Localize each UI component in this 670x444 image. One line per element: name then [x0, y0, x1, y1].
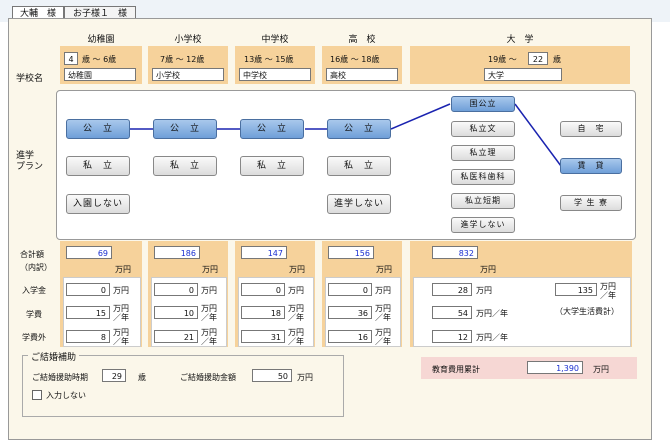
total-label: 合計額	[20, 250, 44, 259]
education-total-value: 1,390	[527, 361, 583, 374]
kindergarten-none-button[interactable]: 入園しない	[66, 194, 130, 214]
university-entrance-unit: 万円	[476, 286, 492, 295]
high-school-entrance-input[interactable]: 0	[328, 283, 372, 296]
no-input-checkbox[interactable]	[32, 390, 42, 400]
marriage-timing-input[interactable]: 29	[102, 369, 126, 382]
junior-high-extra-per-year: ／年	[288, 337, 304, 346]
no-input-label: 入力しない	[46, 391, 86, 400]
tuition-label: 学費	[26, 310, 42, 319]
marriage-amount-unit: 万円	[297, 373, 313, 382]
high-school-extra-input[interactable]: 16	[328, 330, 372, 343]
junior-high-total: 147	[241, 246, 287, 259]
junior-high-entrance-unit: 万円	[288, 286, 304, 295]
marriage-timing-unit: 歳	[138, 373, 146, 382]
high-school-extra-per-year: ／年	[375, 337, 391, 346]
elementary-entrance-unit: 万円	[201, 286, 217, 295]
university-none-button[interactable]: 進学しない	[451, 217, 515, 233]
kindergarten-extra-per-year: ／年	[113, 337, 129, 346]
university-living-input[interactable]: 135	[555, 283, 597, 296]
junior-high-entrance-input[interactable]: 0	[241, 283, 285, 296]
elementary-extra-per-year: ／年	[201, 337, 217, 346]
junior-high-public-button[interactable]: 公 立	[240, 119, 304, 139]
university-living-per-year: ／年	[600, 291, 616, 300]
kindergarten-extra-input[interactable]: 8	[66, 330, 110, 343]
high-school-total-unit: 万円	[376, 265, 392, 274]
marriage-timing-label: ご結婚援助時期	[32, 373, 88, 382]
elementary-total: 186	[154, 246, 200, 259]
elementary-public-button[interactable]: 公 立	[153, 119, 217, 139]
university-total-unit: 万円	[480, 265, 496, 274]
kindergarten-entrance-unit: 万円	[113, 286, 129, 295]
marriage-assistance-title: ご結婚補助	[28, 350, 80, 363]
education-total-label: 教育費用累計	[432, 365, 480, 374]
high-school-private-button[interactable]: 私 立	[327, 156, 391, 176]
high-school-tuition-input[interactable]: 36	[328, 306, 372, 319]
extra-label: 学費外	[22, 333, 46, 342]
elementary-tuition-per-year: ／年	[201, 313, 217, 322]
kindergarten-tuition-per-year: ／年	[113, 313, 129, 322]
residence-dorm-button[interactable]: 学 生 寮	[560, 195, 622, 211]
elementary-entrance-input[interactable]: 0	[154, 283, 198, 296]
university-entrance-input[interactable]: 28	[432, 283, 472, 296]
high-school-public-button[interactable]: 公 立	[327, 119, 391, 139]
education-total-unit: 万円	[593, 365, 609, 374]
elementary-private-button[interactable]: 私 立	[153, 156, 217, 176]
high-school-entrance-unit: 万円	[375, 286, 391, 295]
residence-home-button[interactable]: 自 宅	[560, 121, 622, 137]
elementary-total-unit: 万円	[202, 265, 218, 274]
university-private-medical-button[interactable]: 私医科歯科	[451, 169, 515, 185]
junior-high-tuition-input[interactable]: 18	[241, 306, 285, 319]
marriage-assistance-group	[22, 355, 344, 417]
high-school-total: 156	[328, 246, 374, 259]
kindergarten-public-button[interactable]: 公 立	[66, 119, 130, 139]
junior-high-extra-input[interactable]: 31	[241, 330, 285, 343]
university-extra-unit: 万円／年	[476, 333, 508, 342]
elementary-tuition-input[interactable]: 10	[154, 306, 198, 319]
entrance-label: 入学金	[22, 286, 46, 295]
high-school-none-button[interactable]: 進学しない	[327, 194, 391, 214]
kindergarten-private-button[interactable]: 私 立	[66, 156, 130, 176]
residence-rental-button[interactable]: 賃 貸	[560, 158, 622, 174]
university-tuition-unit: 万円／年	[476, 309, 508, 318]
university-national-button[interactable]: 国公立	[451, 96, 515, 112]
breakdown-label: （内訳）	[20, 263, 52, 272]
kindergarten-total-unit: 万円	[115, 265, 131, 274]
kindergarten-entrance-input[interactable]: 0	[66, 283, 110, 296]
university-private-arts-button[interactable]: 私立文	[451, 121, 515, 137]
university-living-note: （大学生活費計）	[555, 307, 619, 316]
marriage-amount-label: ご結婚援助金額	[180, 373, 236, 382]
university-extra-input[interactable]: 12	[432, 330, 472, 343]
junior-high-tuition-per-year: ／年	[288, 313, 304, 322]
junior-high-private-button[interactable]: 私 立	[240, 156, 304, 176]
university-private-science-button[interactable]: 私立理	[451, 145, 515, 161]
university-private-junior-college-button[interactable]: 私立短期	[451, 193, 515, 209]
high-school-tuition-per-year: ／年	[375, 313, 391, 322]
elementary-extra-input[interactable]: 21	[154, 330, 198, 343]
junior-high-total-unit: 万円	[289, 265, 305, 274]
kindergarten-total: 69	[66, 246, 112, 259]
kindergarten-tuition-input[interactable]: 15	[66, 306, 110, 319]
university-tuition-input[interactable]: 54	[432, 306, 472, 319]
university-total: 832	[432, 246, 478, 259]
marriage-amount-input[interactable]: 50	[252, 369, 292, 382]
